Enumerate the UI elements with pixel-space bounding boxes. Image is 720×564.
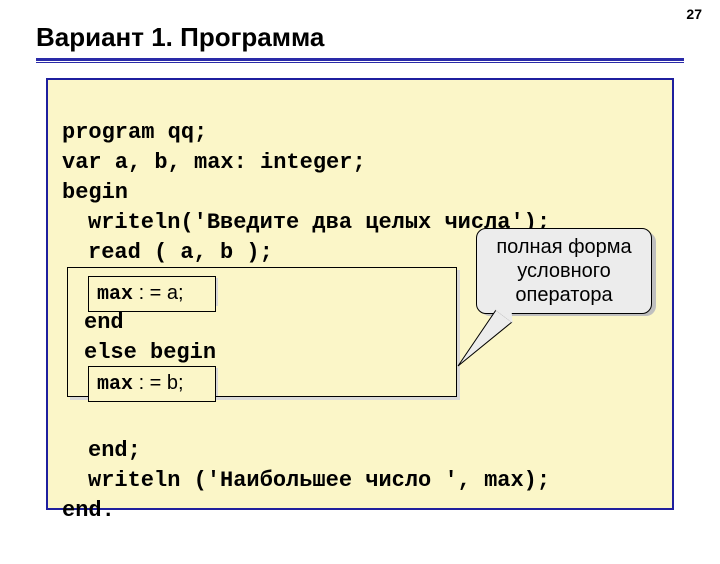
slide: 27 Вариант 1. Программа program qq; var … [0,0,720,540]
code-tail: end; writeln ('Наибольшее число ', max);… [48,400,564,564]
if-branch-box: max : = a; end else begin max : = b; [70,270,460,400]
assign-max-a-expr: : = a; [133,282,184,304]
title-rule [36,58,684,63]
assign-max-b-box: max : = b; [90,368,218,396]
code-line-writeln2: writeln ('Наибольшее число ', max); [88,466,550,496]
assign-max-a-box: max : = a; [90,278,218,306]
assign-max-b-expr: : = b; [133,372,184,394]
code-line-end2: end; [88,436,141,466]
code-else-kw: else [84,340,150,365]
code-line-1: program qq; [62,120,207,145]
code-line-2: var a, b, max: integer; [62,150,366,175]
code-line-5: read ( a, b ); [88,238,273,268]
assign-max-b-var: max [97,373,133,396]
code-else-begin: begin [150,340,216,365]
page-title: Вариант 1. Программа [36,22,324,53]
callout-line-2: условного [485,259,643,283]
callout-tail-icon [446,304,516,374]
code-line-end1: end [84,308,124,338]
page-number: 27 [686,6,702,22]
callout-line-1: полная форма [485,235,643,259]
code-line-end3: end. [62,498,115,523]
code-line-3: begin [62,180,128,205]
code-line-else: else begin [84,338,216,368]
assign-max-a-var: max [97,283,133,306]
code-box: program qq; var a, b, max: integer; begi… [46,78,674,510]
callout-box: полная форма условного оператора [476,228,652,314]
